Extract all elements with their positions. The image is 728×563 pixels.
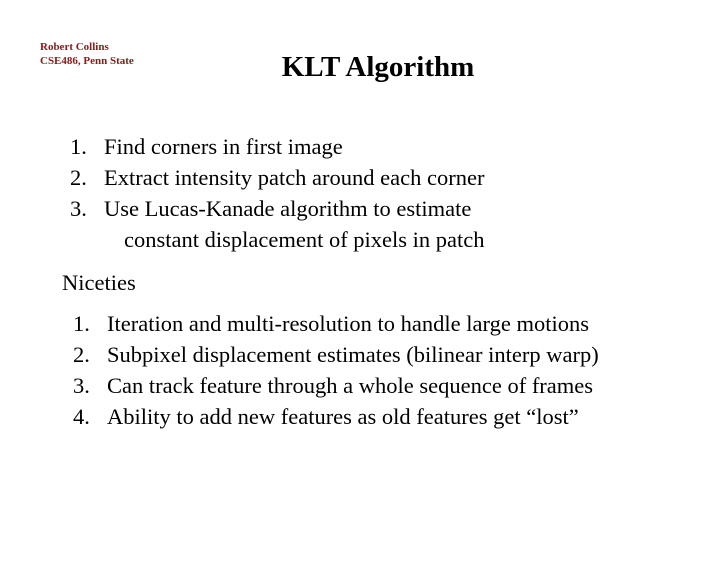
nicety-text: Ability to add new features as old featu… bbox=[107, 404, 579, 429]
niceties-heading: Niceties bbox=[62, 270, 136, 295]
step-item: 1. Find corners in first image bbox=[70, 131, 485, 162]
nicety-text: Subpixel displacement estimates (bilinea… bbox=[107, 342, 599, 367]
step-number: 2. bbox=[70, 165, 87, 190]
step-number: 3. bbox=[70, 196, 87, 221]
nicety-item: 3. Can track feature through a whole seq… bbox=[73, 370, 599, 401]
slide-title: KLT Algorithm bbox=[281, 51, 475, 83]
step-text: Use Lucas-Kanade algorithm to estimate bbox=[104, 196, 472, 221]
step-item: 2. Extract intensity patch around each c… bbox=[70, 162, 485, 193]
nicety-item: 1. Iteration and multi-resolution to han… bbox=[73, 308, 599, 339]
step-text: Find corners in first image bbox=[104, 134, 343, 159]
nicety-number: 2. bbox=[73, 342, 90, 367]
step-number: 1. bbox=[70, 134, 87, 159]
nicety-text: Can track feature through a whole sequen… bbox=[107, 373, 594, 398]
nicety-text: Iteration and multi-resolution to handle… bbox=[107, 311, 589, 336]
niceties-list: 1. Iteration and multi-resolution to han… bbox=[73, 308, 599, 432]
algorithm-steps: 1. Find corners in first image 2. Extrac… bbox=[70, 131, 485, 255]
nicety-item: 4. Ability to add new features as old fe… bbox=[73, 401, 599, 432]
step-text: Extract intensity patch around each corn… bbox=[104, 165, 485, 190]
nicety-number: 4. bbox=[73, 404, 90, 429]
nicety-number: 1. bbox=[73, 311, 90, 336]
nicety-item: 2. Subpixel displacement estimates (bili… bbox=[73, 339, 599, 370]
step-continuation: constant displacement of pixels in patch bbox=[124, 227, 485, 252]
step-item: 3. Use Lucas-Kanade algorithm to estimat… bbox=[70, 193, 485, 255]
nicety-number: 3. bbox=[73, 373, 90, 398]
